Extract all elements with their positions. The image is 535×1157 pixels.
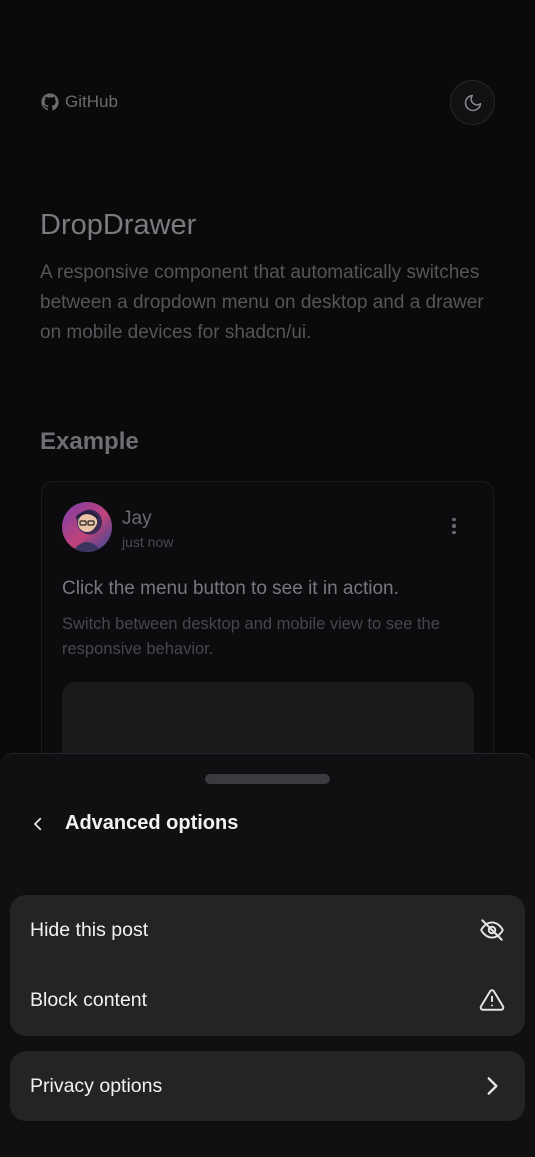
kebab-dot-icon <box>452 517 456 522</box>
drawer-title: Advanced options <box>65 812 239 834</box>
post-headline: Click the menu button to see it in actio… <box>62 578 399 599</box>
menu-group: Hide this post Block content <box>10 895 525 1036</box>
drawer-handle[interactable] <box>205 774 330 784</box>
moon-icon <box>464 94 481 111</box>
menu-item-hide-post[interactable]: Hide this post <box>10 895 525 965</box>
kebab-dot-icon <box>452 530 456 535</box>
chevron-right-icon <box>479 1073 505 1099</box>
menu-item-label: Hide this post <box>30 918 149 941</box>
post-timestamp: just now <box>122 534 174 550</box>
page-description: A responsive component that automaticall… <box>40 262 484 343</box>
back-button[interactable] <box>26 812 50 836</box>
avatar <box>62 502 112 552</box>
github-link[interactable]: GitHub <box>41 92 118 112</box>
github-icon <box>41 93 59 111</box>
github-label: GitHub <box>65 92 118 111</box>
example-heading: Example <box>40 428 139 455</box>
kebab-dot-icon <box>452 524 456 528</box>
menu-item-block-content[interactable]: Block content <box>10 965 525 1035</box>
theme-toggle-button[interactable] <box>450 80 495 125</box>
drawer-panel: Advanced options Hide this post Block co… <box>0 753 535 1157</box>
post-card: Jay just now Click the menu button to se… <box>41 481 494 802</box>
more-options-button[interactable] <box>444 514 464 538</box>
alert-triangle-icon <box>479 987 505 1013</box>
menu-item-privacy-options[interactable]: Privacy options <box>10 1051 525 1121</box>
chevron-left-icon <box>34 817 42 831</box>
eye-off-icon <box>479 917 505 943</box>
post-author-name: Jay <box>122 508 152 529</box>
menu-group: Privacy options <box>10 1051 525 1121</box>
menu-item-label: Privacy options <box>30 1074 163 1097</box>
post-body: Switch between desktop and mobile view t… <box>62 615 440 658</box>
page-title: DropDrawer <box>40 209 197 241</box>
menu-item-label: Block content <box>30 988 148 1011</box>
